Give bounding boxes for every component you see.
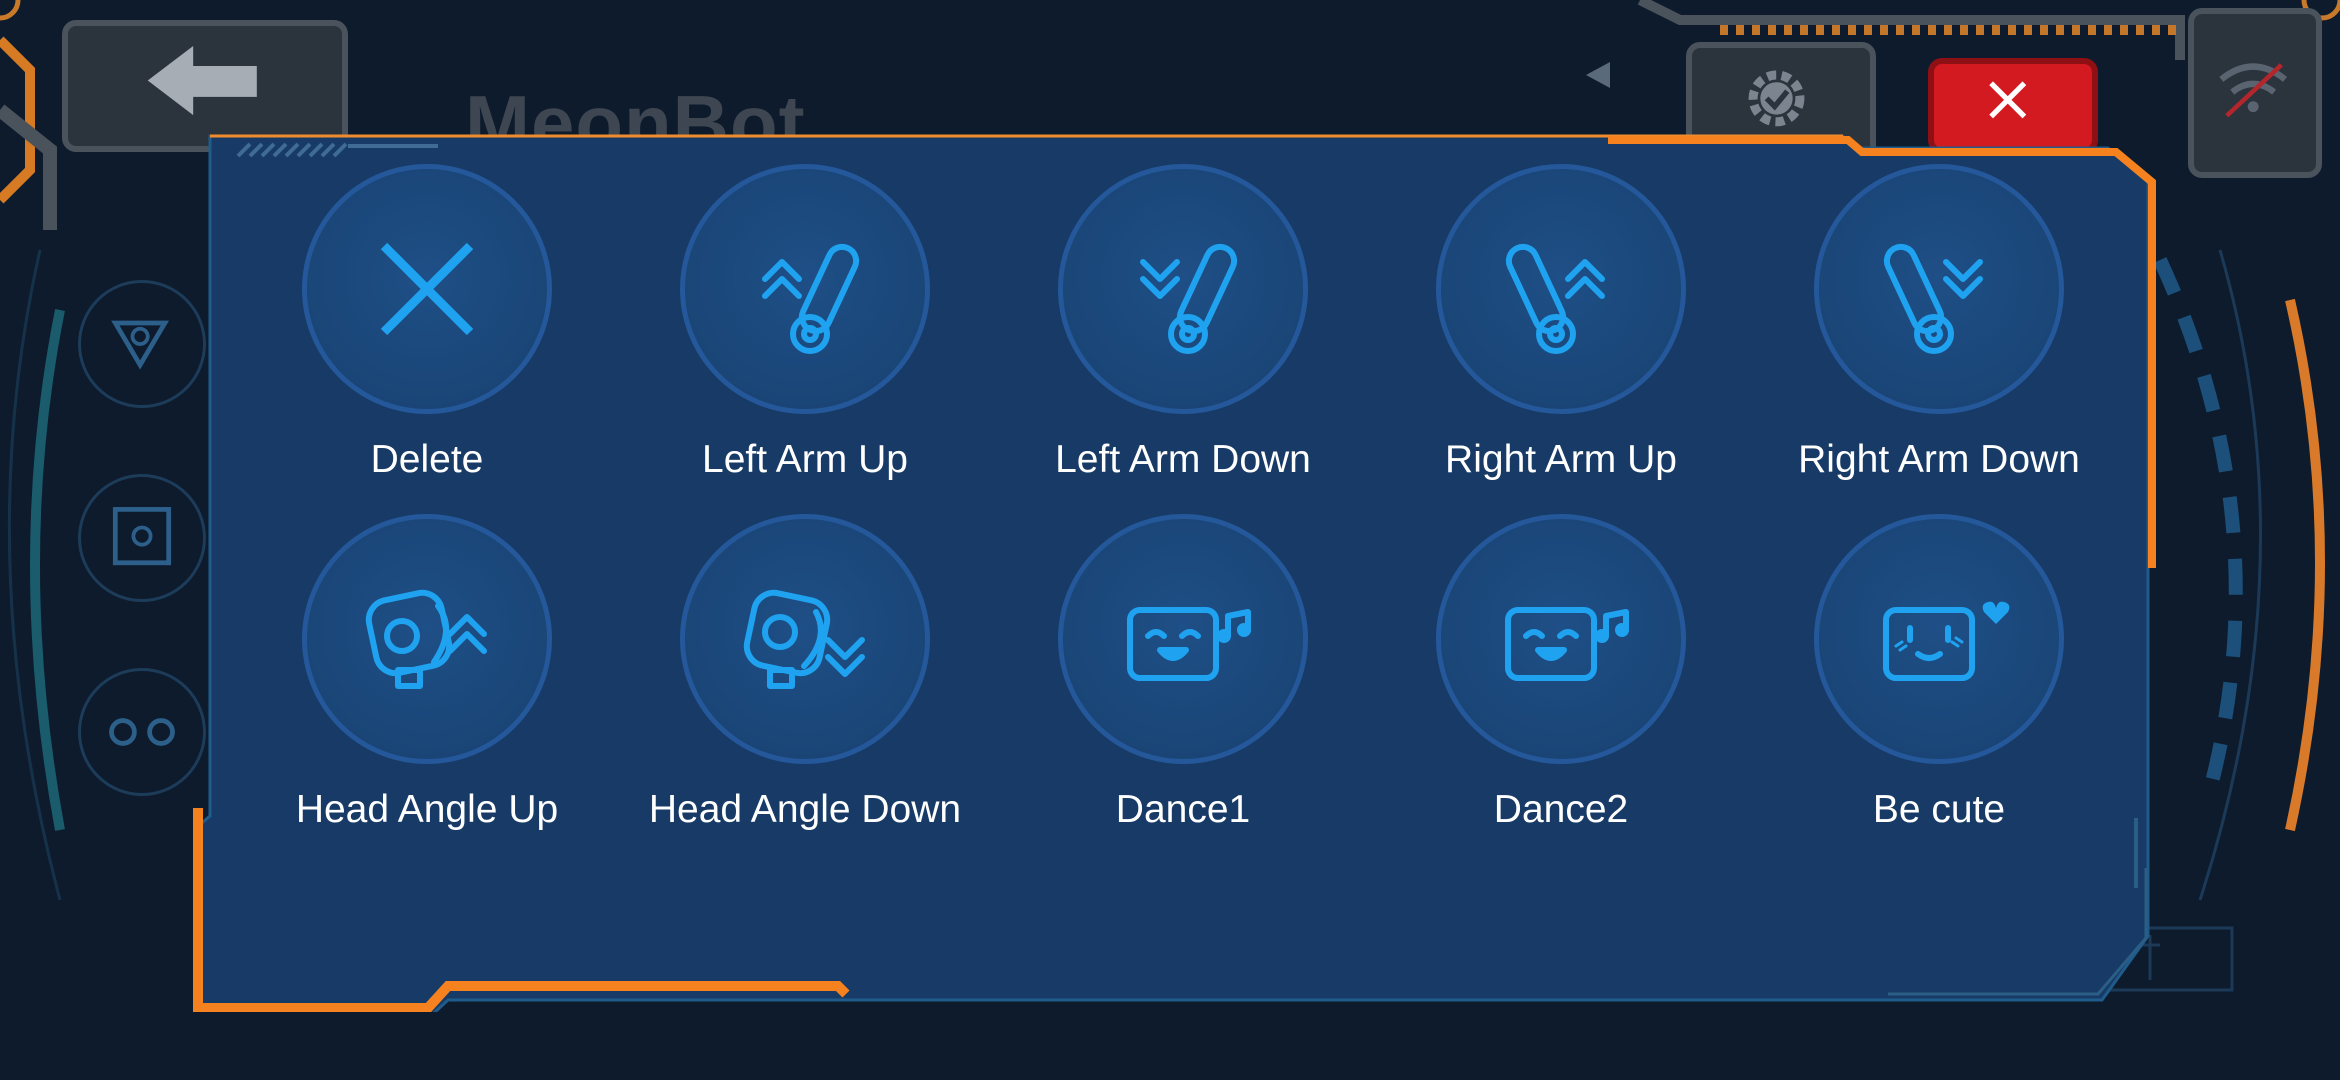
action-picker-panel: Delete Left Arm Up Left Arm Down Right A… (188, 128, 2156, 1012)
left-arm-down-icon (1140, 243, 1238, 354)
action-button[interactable] (680, 164, 930, 414)
brightness-button[interactable] (78, 474, 206, 602)
head-angle-up-icon (365, 589, 487, 689)
action-label: Left Arm Up (702, 438, 908, 481)
wifi-off-icon (2219, 63, 2288, 118)
action-left-arm-down[interactable]: Left Arm Down (994, 164, 1372, 484)
action-grid: Delete Left Arm Up Left Arm Down Right A… (238, 164, 2128, 834)
action-label: Be cute (1872, 788, 2006, 831)
action-dance2[interactable]: Dance2 (1372, 514, 1750, 834)
action-label: Delete (370, 438, 484, 481)
action-head-angle-down[interactable]: Head Angle Down (616, 514, 994, 834)
cute-face-icon (1883, 601, 2010, 681)
action-be-cute[interactable]: Be cute (1750, 514, 2128, 834)
connection-status-button[interactable] (2188, 8, 2322, 178)
action-left-arm-up[interactable]: Left Arm Up (616, 164, 994, 484)
action-button[interactable] (1814, 164, 2064, 414)
brightness-up-button[interactable] (78, 280, 206, 408)
action-dance1[interactable]: Dance1 (994, 514, 1372, 834)
right-arm-down-icon (1883, 243, 1983, 354)
head-angle-down-icon (743, 589, 865, 689)
dance-face-icon (1505, 607, 1629, 681)
delete-x-icon (380, 242, 474, 336)
action-right-arm-up[interactable]: Right Arm Up (1372, 164, 1750, 484)
action-delete[interactable]: Delete (238, 164, 616, 484)
action-label: Right Arm Down (1798, 438, 2080, 481)
action-button[interactable] (1058, 514, 1308, 764)
action-label: Dance1 (1115, 788, 1251, 831)
action-button[interactable] (302, 164, 552, 414)
action-button[interactable] (1814, 514, 2064, 764)
eyes-button[interactable] (78, 668, 206, 796)
action-button[interactable] (1058, 164, 1308, 414)
dance-face-icon (1127, 607, 1251, 681)
action-label: Head Angle Down (648, 788, 962, 831)
action-label: Head Angle Up (295, 788, 559, 831)
sun-square-icon (112, 507, 172, 566)
sun-triangle-icon (111, 320, 170, 370)
action-label: Right Arm Up (1445, 438, 1677, 481)
right-arm-up-icon (1505, 243, 1605, 354)
action-label: Dance2 (1493, 788, 1629, 831)
action-right-arm-down[interactable]: Right Arm Down (1750, 164, 2128, 484)
eyes-icon (109, 718, 175, 746)
action-button[interactable] (680, 514, 930, 764)
action-button[interactable] (1436, 164, 1686, 414)
action-label: Left Arm Down (1055, 438, 1311, 481)
action-head-angle-up[interactable]: Head Angle Up (238, 514, 616, 834)
action-button[interactable] (1436, 514, 1686, 764)
action-button[interactable] (302, 514, 552, 764)
left-arm-up-icon (762, 243, 860, 354)
